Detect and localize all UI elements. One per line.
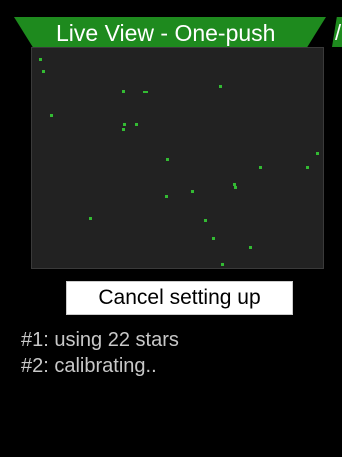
star-marker	[204, 219, 207, 222]
star-marker	[249, 246, 252, 249]
star-marker	[89, 217, 92, 220]
star-marker	[143, 91, 148, 93]
status-line-2: #2: calibrating..	[21, 355, 157, 377]
star-marker	[219, 85, 222, 88]
star-marker	[122, 128, 125, 131]
star-marker	[316, 152, 319, 155]
star-marker	[166, 158, 169, 161]
next-tab-label: /	[335, 20, 342, 45]
page-title: Live View - One-push	[56, 20, 276, 46]
star-marker	[39, 58, 42, 61]
status-line-1: #1: using 22 stars	[21, 329, 179, 351]
star-marker	[135, 123, 138, 126]
star-marker	[165, 195, 168, 198]
live-view-preview	[31, 47, 324, 269]
live-view-screen: Live View - One-push / Cancel setting up…	[0, 0, 342, 457]
star-marker	[42, 70, 45, 73]
star-marker	[123, 123, 126, 126]
star-marker	[221, 263, 224, 266]
star-marker	[234, 186, 237, 189]
star-marker	[212, 237, 215, 240]
star-marker	[191, 190, 194, 193]
star-marker	[50, 114, 53, 117]
star-marker	[122, 90, 125, 93]
cancel-setting-up-button[interactable]: Cancel setting up	[66, 281, 293, 315]
star-marker	[233, 183, 236, 186]
star-marker	[259, 166, 262, 169]
title-bar: Live View - One-push /	[0, 0, 342, 47]
star-marker	[306, 166, 309, 169]
